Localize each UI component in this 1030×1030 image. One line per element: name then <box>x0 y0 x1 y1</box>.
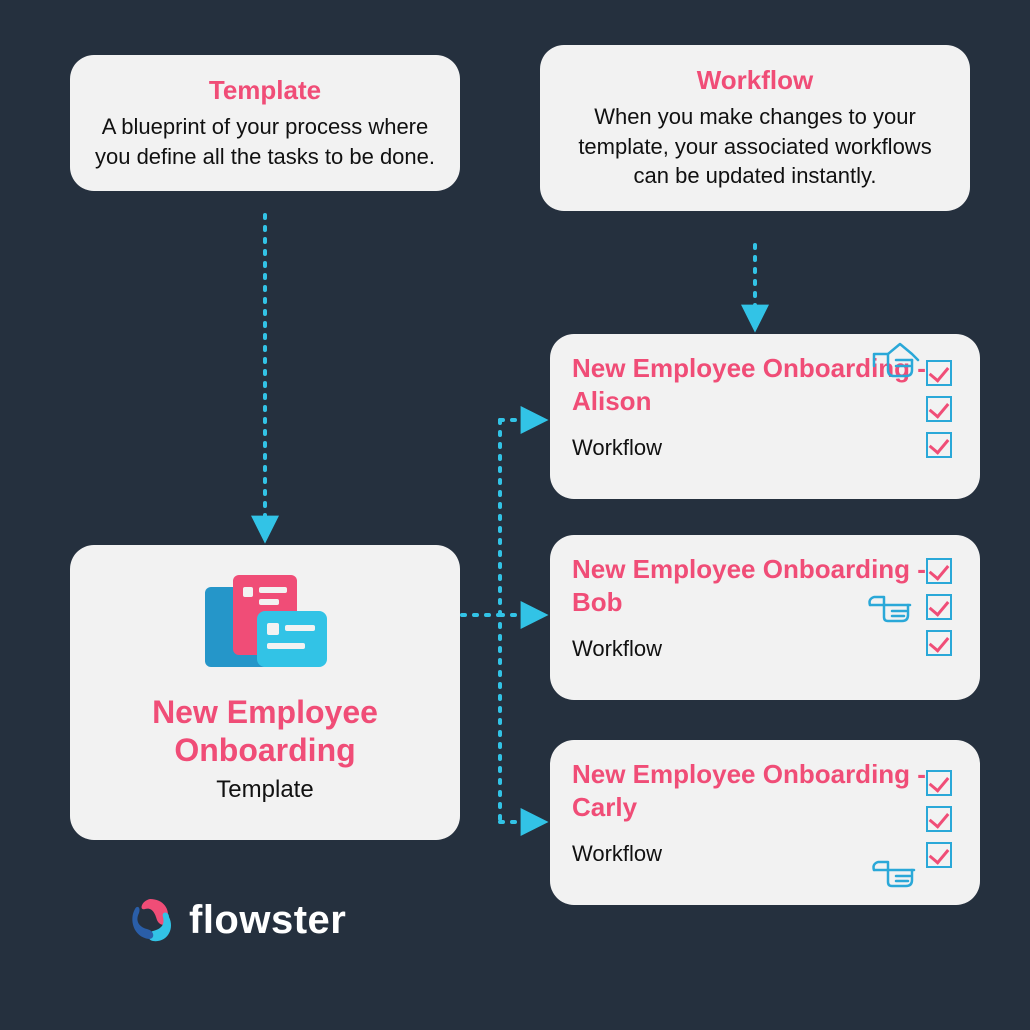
flowster-logo-mark-icon <box>125 895 175 945</box>
workflow-subtitle: Workflow <box>572 435 958 461</box>
workflow-heading: Workflow <box>564 65 946 96</box>
brand-logo: flowster <box>125 895 346 945</box>
template-main-title: New Employee Onboarding <box>94 693 436 770</box>
template-main-card: New Employee Onboarding Template <box>70 545 460 840</box>
template-heading: Template <box>94 75 436 106</box>
documents-stack-icon <box>195 575 335 685</box>
brand-name: flowster <box>189 898 346 943</box>
pointing-hand-icon <box>870 850 922 890</box>
template-description-card: Template A blueprint of your process whe… <box>70 55 460 191</box>
workflow-desc: When you make changes to your template, … <box>564 102 946 191</box>
template-main-subtitle: Template <box>94 776 436 804</box>
pointing-hand-icon <box>870 340 922 380</box>
pointing-hand-icon <box>866 585 918 625</box>
checklist-icon <box>926 360 952 458</box>
workflow-subtitle: Workflow <box>572 636 958 662</box>
template-desc: A blueprint of your process where you de… <box>94 112 436 171</box>
checklist-icon <box>926 770 952 868</box>
workflow-description-card: Workflow When you make changes to your t… <box>540 45 970 211</box>
workflow-title: New Employee Onboarding - Carly <box>572 758 958 823</box>
checklist-icon <box>926 558 952 656</box>
